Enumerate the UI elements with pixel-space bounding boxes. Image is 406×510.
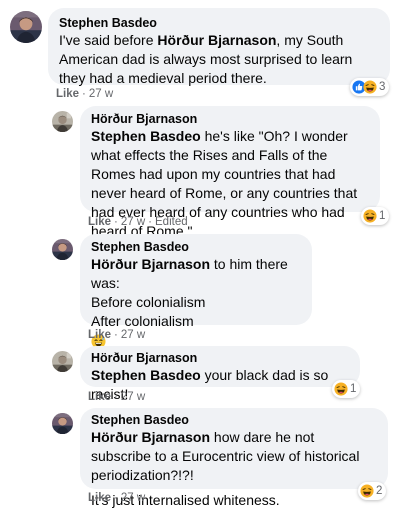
comment-meta: Like · 27 w — [88, 492, 145, 504]
comment-bubble: Stephen Basdeo Hörður Bjarnason how dare… — [80, 408, 388, 508]
mention-link[interactable]: Stephen Basdeo — [91, 367, 201, 383]
separator: · — [114, 391, 118, 403]
reaction-count: 3 — [379, 81, 386, 93]
reaction-count: 1 — [350, 383, 357, 395]
avatar[interactable] — [52, 111, 73, 132]
like-button[interactable]: Like — [88, 492, 111, 504]
reaction-count: 1 — [379, 210, 386, 222]
comment-text: I've said before Hörður Bjarnason, my So… — [59, 31, 379, 88]
haha-icon — [334, 382, 348, 396]
haha-icon — [360, 484, 374, 498]
comment-author[interactable]: Stephen Basdeo — [59, 15, 379, 31]
comment-bubble: Stephen Basdeo Hörður Bjarnason to him t… — [80, 234, 312, 325]
comment-meta: Like · 27 w — [88, 329, 145, 341]
comment-meta: Like · 27 w — [56, 88, 113, 100]
comment-author[interactable]: Hörður Bjarnason — [91, 350, 349, 366]
avatar[interactable] — [52, 413, 73, 434]
mention-link[interactable]: Hörður Bjarnason — [91, 256, 210, 272]
like-button[interactable]: Like — [88, 329, 111, 341]
separator: · — [114, 216, 118, 228]
comment-bubble: Hörður Bjarnason Stephen Basdeo your bla… — [80, 346, 360, 402]
comment-text: Hörður Bjarnason how dare he not subscri… — [91, 428, 377, 485]
mention-link[interactable]: Stephen Basdeo — [91, 128, 201, 144]
comment-author[interactable]: Stephen Basdeo — [91, 412, 377, 428]
reaction-count: 2 — [376, 485, 383, 497]
like-button[interactable]: Like — [56, 88, 79, 100]
comment-author[interactable]: Hörður Bjarnason — [91, 111, 369, 127]
mention-link[interactable]: Hörður Bjarnason — [157, 32, 276, 48]
avatar[interactable] — [10, 11, 42, 43]
comment-text-line: Before colonialism — [91, 294, 206, 310]
timestamp[interactable]: 27 w — [121, 391, 145, 403]
edited-label[interactable]: Edited — [155, 216, 188, 228]
like-button[interactable]: Like — [88, 391, 111, 403]
reaction-summary[interactable]: 3 — [350, 78, 390, 96]
separator: · — [148, 216, 152, 228]
timestamp[interactable]: 27 w — [89, 88, 113, 100]
comment-text-part: I've said before — [59, 32, 158, 48]
separator: · — [114, 492, 118, 504]
comment-meta: Like · 27 w — [88, 391, 145, 403]
like-button[interactable]: Like — [88, 216, 111, 228]
haha-icon — [363, 209, 377, 223]
reaction-summary[interactable]: 2 — [358, 482, 387, 500]
reaction-summary[interactable]: 1 — [361, 207, 390, 225]
comment-bubble: Hörður Bjarnason Stephen Basdeo he's lik… — [80, 106, 380, 239]
comment-text: Hörður Bjarnason to him there was: — [91, 255, 301, 293]
mention-link[interactable]: Hörður Bjarnason — [91, 429, 210, 445]
timestamp[interactable]: 27 w — [121, 216, 145, 228]
comment-meta: Like · 27 w · Edited — [88, 216, 188, 228]
reaction-summary[interactable]: 1 — [332, 380, 361, 398]
haha-icon — [363, 80, 377, 94]
comment-bubble: Stephen Basdeo I've said before Hörður B… — [48, 8, 390, 88]
timestamp[interactable]: 27 w — [121, 492, 145, 504]
separator: · — [114, 329, 118, 341]
separator: · — [82, 88, 86, 100]
avatar[interactable] — [52, 351, 73, 372]
timestamp[interactable]: 27 w — [121, 329, 145, 341]
comment-author[interactable]: Stephen Basdeo — [91, 239, 301, 255]
avatar[interactable] — [52, 239, 73, 260]
